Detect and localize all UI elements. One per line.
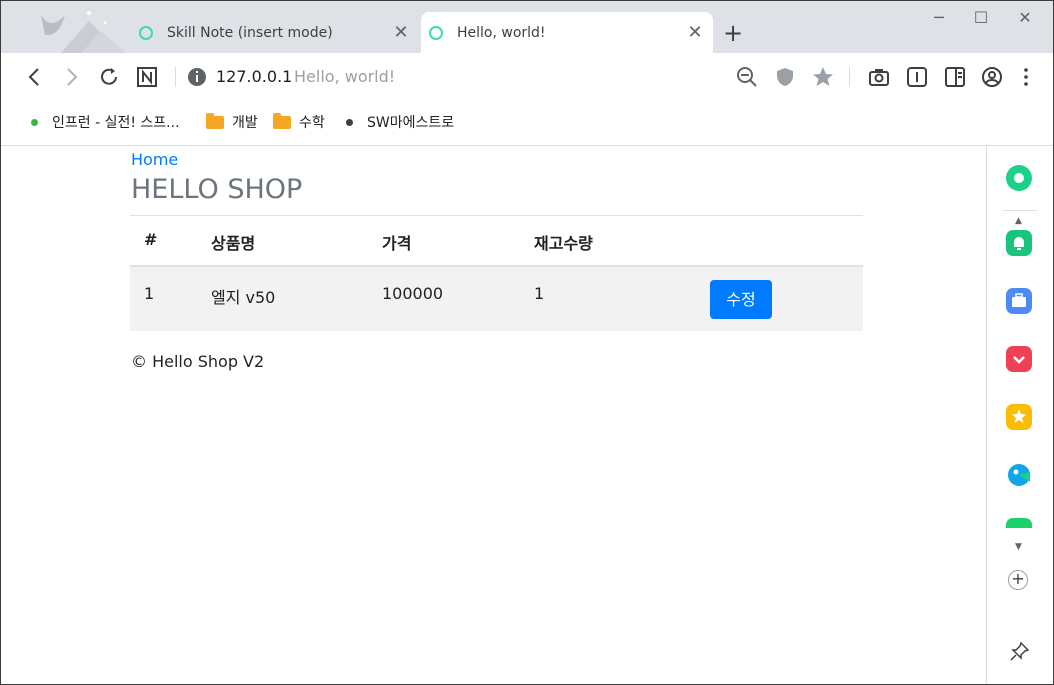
bookmark-folder-math[interactable]: 수학	[273, 112, 325, 132]
tab-title: Skill Note (insert mode)	[167, 24, 333, 41]
tab-favicon-icon	[429, 25, 443, 40]
toolbar-divider	[849, 67, 850, 87]
camera-icon[interactable]	[867, 65, 891, 89]
scroll-down-icon[interactable]: ▼	[1015, 542, 1022, 552]
reload-icon[interactable]	[97, 65, 121, 89]
bookmark-star-icon[interactable]	[811, 65, 835, 89]
header-stock: 재고수량	[534, 234, 593, 253]
zoom-out-icon[interactable]	[735, 65, 759, 89]
green-dot-icon	[31, 118, 38, 126]
table-row: 1 엘지 v50 100000 1 수정	[130, 267, 863, 331]
browser-logo	[1, 1, 131, 53]
tab-title: Hello, world!	[457, 24, 546, 41]
favorites-star-icon[interactable]	[1006, 404, 1032, 430]
tab-favicon-icon	[139, 25, 153, 40]
address-page-title[interactable]: Hello, world!	[294, 67, 395, 86]
page-title: HELLO SHOP	[131, 174, 303, 205]
forward-icon[interactable]	[59, 65, 83, 89]
tab-hello-world[interactable]: Hello, world! ✕	[421, 12, 713, 53]
papago-icon[interactable]	[1006, 462, 1032, 488]
breadcrumb-home[interactable]: Home	[131, 150, 178, 169]
header-price: 가격	[382, 234, 412, 253]
bookmark-folder-dev[interactable]: 개발	[206, 112, 258, 132]
new-tab-button[interactable]: +	[723, 19, 743, 47]
pocket-icon[interactable]	[1006, 346, 1032, 372]
bookmark-label: 인프런 - 실전! 스프...	[52, 115, 180, 131]
bookmark-swmaestro[interactable]: SW마에스트로	[346, 112, 454, 132]
side-panel-icon[interactable]	[943, 65, 967, 89]
scroll-up-icon[interactable]: ▲	[1015, 216, 1022, 226]
page-content: Home HELLO SHOP # 상품명 가격 재고수량 1 엘지 v50 1…	[1, 146, 986, 684]
maximize-button[interactable]: ☐	[961, 7, 1001, 29]
bookmark-label: 수학	[299, 115, 325, 131]
briefcase-icon[interactable]	[1006, 288, 1032, 314]
shield-icon[interactable]	[773, 65, 797, 89]
header-name: 상품명	[211, 234, 256, 253]
bookmark-label: SW마에스트로	[367, 115, 455, 131]
folder-icon	[273, 112, 291, 129]
folder-icon	[206, 112, 224, 129]
browser-toolbar: 127.0.0.1 Hello, world!	[1, 53, 1053, 101]
tab-strip: Skill Note (insert mode) ✕ Hello, world!…	[1, 1, 1053, 53]
address-host[interactable]: 127.0.0.1	[216, 67, 292, 86]
tab-skill-note[interactable]: Skill Note (insert mode) ✕	[131, 12, 419, 53]
notion-icon[interactable]	[135, 65, 159, 89]
cell-stock: 1	[534, 284, 545, 303]
minimize-button[interactable]: ─	[919, 7, 959, 29]
bookmark-inflearn[interactable]: 인프런 - 실전! 스프...	[31, 112, 180, 132]
close-tab-icon[interactable]: ✕	[389, 22, 413, 43]
browser-window: Skill Note (insert mode) ✕ Hello, world!…	[0, 0, 1054, 685]
back-icon[interactable]	[23, 65, 47, 89]
side-divider	[1003, 210, 1037, 211]
bookmark-label: 개발	[232, 115, 258, 131]
cell-price: 100000	[382, 284, 444, 303]
toolbar-divider	[175, 67, 176, 87]
profile-icon[interactable]	[980, 65, 1004, 89]
table-header: # 상품명 가격 재고수량	[130, 216, 863, 267]
close-tab-icon[interactable]: ✕	[683, 22, 707, 43]
info-icon[interactable]	[185, 65, 209, 89]
menu-icon[interactable]	[1014, 65, 1038, 89]
add-panel-icon[interactable]: +	[1008, 570, 1028, 590]
items-table: # 상품명 가격 재고수량 1 엘지 v50 100000 1 수정	[130, 215, 863, 331]
cell-name: 엘지 v50	[211, 288, 276, 307]
page-footer: © Hello Shop V2	[131, 352, 265, 371]
dark-dot-icon	[346, 118, 353, 126]
whale-space-icon[interactable]	[1006, 165, 1032, 191]
close-window-button[interactable]: ✕	[1005, 7, 1045, 29]
side-panel: ▲ ▼ +	[986, 146, 1053, 684]
bookmarks-bar: 인프런 - 실전! 스프... 개발 수학 SW마에스트로	[1, 101, 1053, 146]
notification-icon[interactable]	[1006, 230, 1032, 256]
pin-icon[interactable]	[1007, 640, 1033, 666]
header-number: #	[144, 230, 158, 249]
extension-icon[interactable]	[1006, 518, 1032, 528]
cell-id: 1	[144, 284, 155, 303]
edit-button[interactable]: 수정	[710, 280, 772, 319]
reader-mode-icon[interactable]	[905, 65, 929, 89]
